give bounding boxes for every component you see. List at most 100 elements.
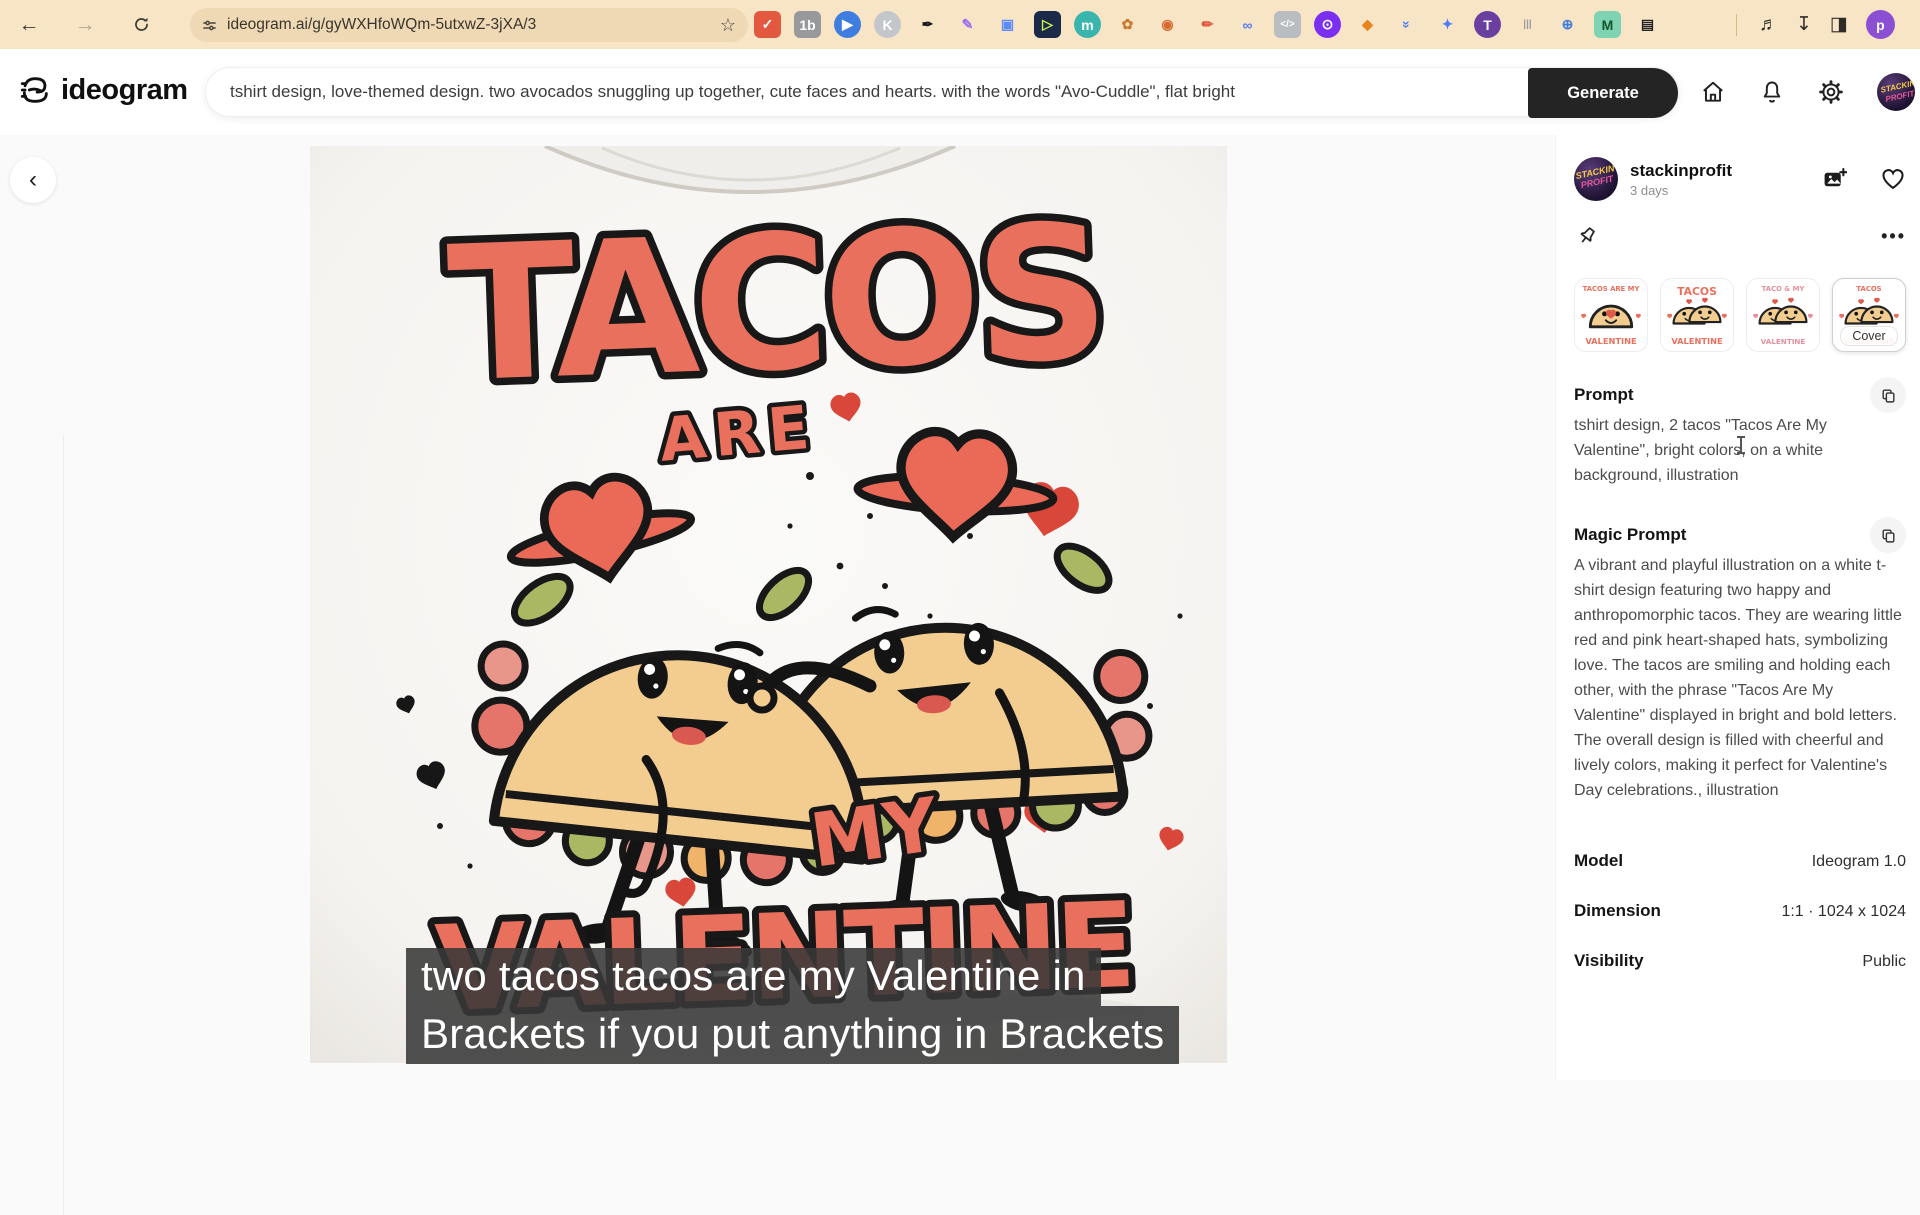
thumbnail-4[interactable]: TACOS VALENTINE Cover [1832, 278, 1906, 352]
thumbnail-3[interactable]: TACO & MY VALENTINE [1746, 278, 1820, 352]
actions-row: ••• [1576, 225, 1906, 247]
extension-icon[interactable]: T [1474, 11, 1501, 38]
site-settings-icon[interactable] [202, 18, 217, 33]
extension-icon[interactable]: m [1074, 11, 1101, 38]
user-avatar[interactable]: STACKINPROFIT [1877, 73, 1915, 111]
ideogram-logo-icon [18, 73, 52, 107]
generated-image[interactable]: TACOS ARE [310, 146, 1227, 1063]
extension-icon[interactable]: ✿ [1114, 11, 1141, 38]
extension-icon[interactable]: ◆ [1354, 11, 1381, 38]
caption-line-1: two tacos tacos are my Valentine in [406, 948, 1101, 1006]
detail-label: Model [1574, 851, 1623, 871]
prompt-heading: Prompt [1574, 385, 1634, 405]
copy-magic-prompt-button[interactable] [1870, 517, 1906, 553]
extensions-strip: ✓ 1b ▶ K ✒ ✎ ▣ ▷ m ✿ ◉ ✏ ∞ </> ⊙ ◆ » ✦ T ||| ⊕ M ▤ [754, 0, 1661, 49]
header-icons: STACKINPROFIT [1694, 49, 1920, 135]
toolbar-right-icons: ♬ ↧ ◨ [1759, 13, 1848, 36]
detail-value: Public [1862, 953, 1906, 971]
notifications-bell-icon[interactable] [1759, 79, 1785, 105]
magic-prompt-section-header: Magic Prompt [1574, 517, 1906, 553]
page: ← → ideogram.ai/g/gyWXHfoWQm-5utxwZ-3jXA… [0, 0, 1920, 1080]
thumbnail-1[interactable]: TACOS ARE MY VALENTINE [1574, 278, 1648, 352]
extension-icon[interactable]: ▶ [834, 11, 861, 38]
extension-icon[interactable]: » [1394, 11, 1421, 38]
extension-icon[interactable]: ⊕ [1554, 11, 1581, 38]
svg-text:TACO & MY: TACO & MY [1762, 285, 1806, 293]
add-to-collection-icon[interactable] [1822, 167, 1847, 192]
back-button[interactable]: ‹ [10, 157, 56, 203]
extension-icon[interactable]: K [874, 11, 901, 38]
creator-username[interactable]: stackinprofit [1630, 161, 1732, 181]
svg-text:TACOS: TACOS [1856, 285, 1881, 293]
toolbar-right: ♬ ↧ ◨ p [1732, 0, 1895, 49]
extension-icon[interactable]: </> [1274, 11, 1301, 38]
ideogram-logo[interactable]: ideogram [18, 73, 188, 107]
svg-text:VALENTINE: VALENTINE [1671, 336, 1723, 346]
toolbar-icon[interactable]: ◨ [1830, 13, 1848, 36]
brand-name: ideogram [61, 74, 188, 107]
design-word-tacos: TACOS [445, 184, 1107, 424]
prompt-input[interactable] [206, 82, 1678, 102]
prompt-section-header: Prompt [1574, 377, 1906, 413]
extension-icon[interactable]: ||| [1514, 11, 1541, 38]
caption-line-2: Brackets if you put anything in Brackets [406, 1006, 1179, 1064]
bookmark-star-icon[interactable]: ☆ [720, 15, 736, 36]
settings-gear-icon[interactable] [1818, 79, 1844, 105]
detail-rows: Model Ideogram 1.0 Dimension 1:1 · 1024 x 1… [1574, 851, 1906, 1001]
design-word-my: MY [806, 782, 945, 885]
browser-reload-icon[interactable] [126, 10, 156, 40]
extension-icon[interactable]: ∞ [1234, 11, 1261, 38]
design-word-are: ARE [657, 392, 820, 475]
home-icon[interactable] [1700, 79, 1726, 105]
extension-icon[interactable]: ✒ [914, 11, 941, 38]
detail-label: Visibility [1574, 951, 1644, 971]
thumbnail-2[interactable]: TACOS VALENTINE [1660, 278, 1734, 352]
generate-button[interactable]: Generate [1528, 68, 1678, 118]
extension-icon[interactable]: ✓ [754, 11, 781, 38]
browser-profile-avatar[interactable]: p [1866, 10, 1895, 39]
post-age: 3 days [1630, 183, 1732, 198]
detail-row: Dimension 1:1 · 1024 x 1024 [1574, 901, 1906, 921]
extension-icon[interactable]: ✏ [1194, 11, 1221, 38]
toolbar-icon[interactable]: ↧ [1796, 13, 1812, 36]
browser-back-icon[interactable]: ← [14, 10, 44, 40]
copy-prompt-button[interactable] [1870, 377, 1906, 413]
magic-prompt-text: A vibrant and playful illustration on a … [1574, 553, 1904, 803]
magic-prompt-heading: Magic Prompt [1574, 525, 1686, 545]
extension-icon[interactable]: ✎ [954, 11, 981, 38]
detail-row: Model Ideogram 1.0 [1574, 851, 1906, 871]
extension-icon[interactable]: ⊙ [1314, 11, 1341, 38]
extension-icon[interactable]: ▷ [1034, 11, 1061, 38]
text-cursor [1740, 436, 1742, 454]
extension-icon[interactable]: ▤ [1634, 11, 1661, 38]
toolbar-icon[interactable]: ♬ [1759, 14, 1778, 36]
panel-divider [63, 435, 64, 1215]
extension-icon[interactable]: ✦ [1434, 11, 1461, 38]
svg-text:TACOS ARE MY: TACOS ARE MY [1583, 285, 1641, 293]
address-bar[interactable]: ideogram.ai/g/gyWXHfoWQm-5utxwZ-3jXA/3 ☆ [190, 8, 748, 42]
cover-badge: Cover [1840, 326, 1898, 346]
pin-icon[interactable] [1576, 225, 1598, 247]
svg-text:TACOS: TACOS [1677, 285, 1717, 298]
like-heart-icon[interactable] [1880, 166, 1906, 192]
extension-icon[interactable]: 1b [794, 11, 821, 38]
video-caption: two tacos tacos are my Valentine in Brac… [406, 948, 1179, 1064]
thumbnail-strip: TACOS ARE MY VALENTINE TACOS VALENTINE T… [1574, 278, 1910, 352]
browser-toolbar: ← → ideogram.ai/g/gyWXHfoWQm-5utxwZ-3jXA… [0, 0, 1920, 49]
detail-label: Dimension [1574, 901, 1661, 921]
extension-icon[interactable]: ▣ [994, 11, 1021, 38]
browser-forward-icon[interactable]: → [70, 10, 100, 40]
app-header: ideogram Generate [0, 49, 1920, 135]
detail-value: Ideogram 1.0 [1812, 853, 1906, 871]
svg-text:VALENTINE: VALENTINE [1761, 337, 1806, 346]
prompt-search-bar[interactable]: Generate [205, 67, 1679, 117]
url-text[interactable]: ideogram.ai/g/gyWXHfoWQm-5utxwZ-3jXA/3 [227, 16, 710, 34]
detail-row: Visibility Public [1574, 951, 1906, 971]
creator-avatar[interactable]: STACKINPROFIT [1574, 157, 1618, 201]
more-options-icon[interactable]: ••• [1881, 226, 1906, 247]
extension-icon[interactable]: M [1594, 11, 1621, 38]
extension-icon[interactable]: ◉ [1154, 11, 1181, 38]
creator-row: STACKINPROFIT stackinprofit 3 days [1574, 157, 1906, 201]
toolbar-divider [1736, 14, 1737, 36]
detail-value: 1:1 · 1024 x 1024 [1781, 903, 1906, 921]
